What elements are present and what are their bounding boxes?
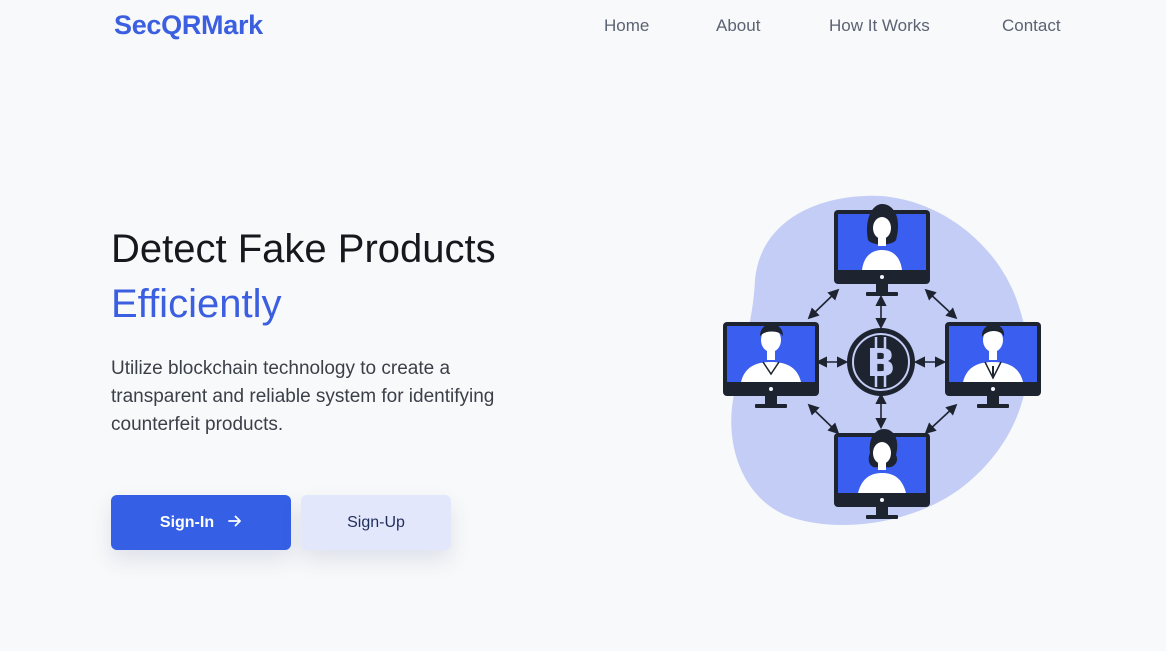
- hero-title-accent: Efficiently: [111, 282, 282, 326]
- sign-up-button[interactable]: Sign-Up: [301, 495, 451, 550]
- nav-home-link[interactable]: Home: [604, 16, 649, 36]
- site-header: SecQRMark Home About How It Works Contac…: [0, 0, 1166, 50]
- sign-in-button[interactable]: Sign-In: [111, 495, 291, 550]
- landing-page: SecQRMark Home About How It Works Contac…: [0, 0, 1166, 651]
- user-monitor-right: [945, 322, 1041, 408]
- bitcoin-icon: B: [847, 328, 915, 396]
- nav-about-link[interactable]: About: [716, 16, 760, 36]
- sign-in-label: Sign-In: [159, 513, 215, 531]
- blockchain-network-illustration: B: [715, 190, 1055, 535]
- nav-how-it-works-link[interactable]: How It Works: [829, 16, 930, 36]
- user-monitor-left: [723, 322, 819, 408]
- main-nav: Home About How It Works Contact: [0, 16, 1166, 36]
- sign-up-label: Sign-Up: [347, 513, 405, 531]
- user-monitor-bottom: [834, 429, 930, 519]
- nav-contact-link[interactable]: Contact: [1002, 16, 1061, 36]
- svg-text:B: B: [867, 341, 896, 385]
- hero-title: Detect Fake Products: [111, 227, 496, 271]
- user-monitor-top: [834, 204, 930, 296]
- hero-description: Utilize blockchain technology to create …: [111, 358, 495, 435]
- arrow-right-icon: [228, 514, 242, 532]
